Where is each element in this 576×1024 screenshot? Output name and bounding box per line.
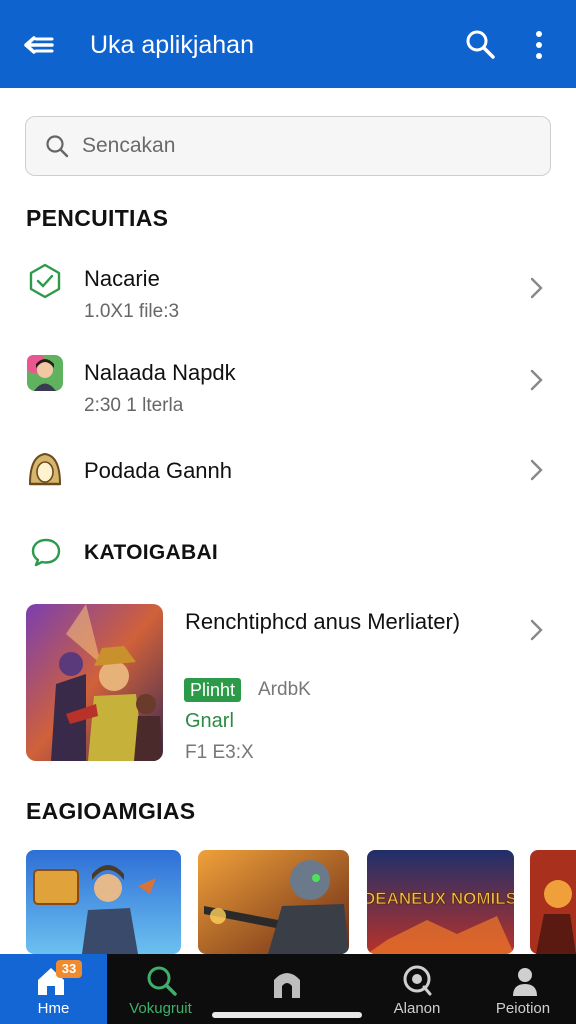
search-icon xyxy=(46,135,69,158)
search-placeholder: Sencakan xyxy=(82,134,176,157)
list-item-subtitle: 1.0X1 file:3 xyxy=(84,301,180,322)
chevron-right-icon xyxy=(530,369,543,391)
nav-label: Hme xyxy=(37,1000,70,1017)
list-item-subtitle: 2:30 1 lterla xyxy=(84,395,184,416)
list-item-title: Nacarie xyxy=(84,266,160,291)
game-logo-icon xyxy=(28,452,62,486)
list-item[interactable]: Nalaada Napdk 2:30 1 lterla xyxy=(0,340,576,428)
featured-tag: ArdbK xyxy=(258,679,311,700)
list-item[interactable]: Podada Gannh xyxy=(0,432,576,520)
game-thumbnail-icon[interactable] xyxy=(530,850,576,954)
nav-label: Vokugruit xyxy=(129,1000,192,1017)
magnifier-badge-icon xyxy=(403,965,432,996)
tile-logo-text: DEANEUX NOMILS xyxy=(367,889,514,908)
featured-meta: F1 E3:X xyxy=(185,742,254,763)
featured-title: Renchtiphcd anus Merliater) xyxy=(185,609,461,634)
arrow-left-icon[interactable] xyxy=(22,30,56,60)
chat-bubble-icon xyxy=(31,538,61,567)
app-shape-icon xyxy=(29,263,61,299)
nav-profile[interactable]: Peiotion xyxy=(470,954,576,1024)
nav-discover[interactable]: Vokugruit xyxy=(107,954,214,1024)
featured-category: Gnarl xyxy=(185,710,234,732)
list-item[interactable]: Nacarie 1.0X1 file:3 xyxy=(0,246,576,334)
profile-icon xyxy=(513,968,537,996)
status-badge: Plinht xyxy=(184,678,242,702)
chevron-right-icon xyxy=(530,459,543,481)
game-thumbnail-icon xyxy=(26,604,163,761)
search-icon[interactable] xyxy=(464,28,496,60)
nav-home[interactable]: 33 Hme xyxy=(0,954,107,1024)
notification-badge: 33 xyxy=(56,960,82,978)
featured-card[interactable]: Renchtiphcd anus Merliater) Plinht ArdbK… xyxy=(0,598,576,768)
nav-label: Alanon xyxy=(393,1000,441,1017)
game-thumbnail-icon[interactable] xyxy=(26,850,181,954)
section-title-recent: PENCUITIAS xyxy=(26,205,169,231)
page-title: Uka aplikjahan xyxy=(90,31,254,59)
nav-label: Peiotion xyxy=(495,1000,551,1017)
search-input[interactable]: Sencakan xyxy=(25,116,551,176)
home-indicator[interactable] xyxy=(212,1012,362,1018)
section-title-category: KATOIGABAI xyxy=(84,541,219,564)
more-vertical-icon[interactable] xyxy=(528,28,550,62)
game-thumbnail-icon[interactable] xyxy=(198,850,349,954)
house-icon xyxy=(274,973,300,998)
nav-library[interactable]: Alanon xyxy=(362,954,472,1024)
section-title-games: EAGIOAMGIAS xyxy=(26,798,196,824)
list-item-title: Nalaada Napdk xyxy=(84,360,236,385)
search-icon xyxy=(147,966,177,996)
list-item-title: Podada Gannh xyxy=(84,458,233,483)
chevron-right-icon xyxy=(530,277,543,299)
avatar-icon xyxy=(27,355,63,391)
app-bar: Uka aplikjahan xyxy=(0,0,576,88)
chevron-right-icon xyxy=(530,619,543,641)
game-thumbnail-icon[interactable]: DEANEUX NOMILS xyxy=(367,850,514,954)
